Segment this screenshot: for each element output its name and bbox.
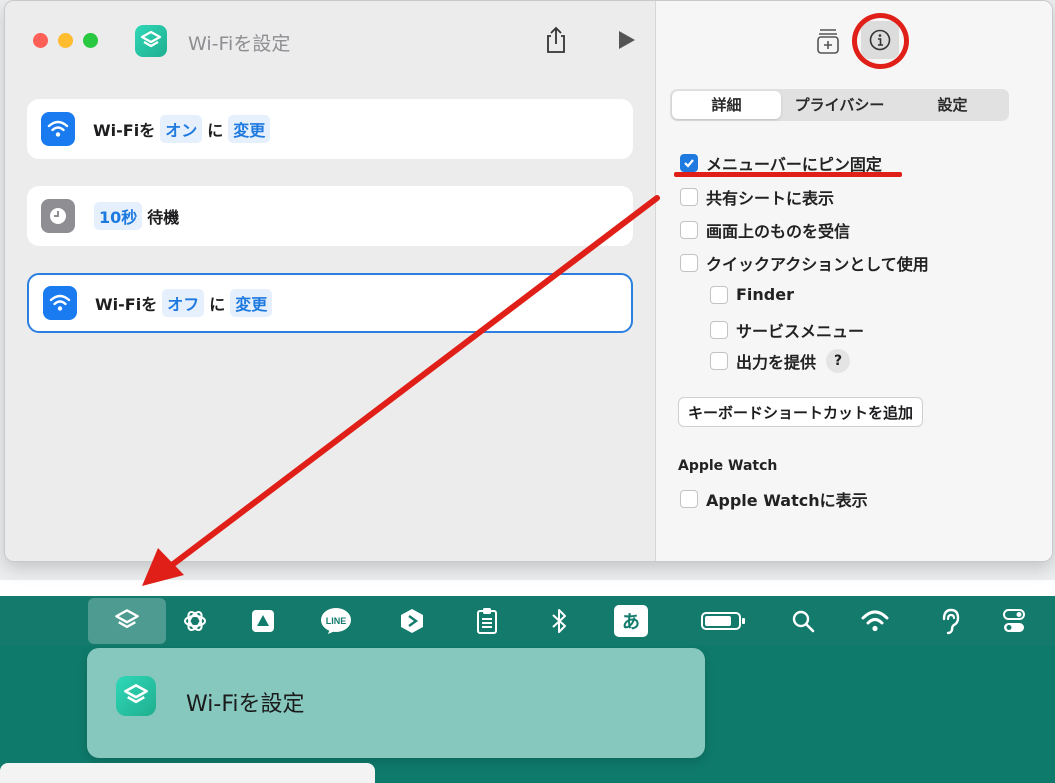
action-wifi-on[interactable]: Wi-Fiを オン に 変更: [27, 99, 633, 159]
tab-settings[interactable]: 設定: [898, 91, 1007, 119]
annotation-circle: [852, 13, 909, 69]
pin-menubar-checkbox[interactable]: [680, 154, 698, 172]
option-label: Finder: [736, 285, 794, 304]
operation-token[interactable]: 変更: [230, 289, 273, 317]
chatgpt-icon[interactable]: [178, 604, 212, 638]
vpn-shield-icon[interactable]: [395, 604, 429, 638]
option-label: サービスメニュー: [736, 322, 865, 341]
inspector-tabs: 詳細 プライバシー 設定: [670, 89, 1009, 121]
wifi-state-token[interactable]: オン: [160, 115, 203, 143]
option-label: 出力を提供: [736, 353, 817, 372]
receive-screen-checkbox[interactable]: [680, 221, 698, 239]
services-menu-checkbox[interactable]: [710, 321, 728, 339]
shortcuts-window: Wi-Fiを設定 Wi-Fiを オン に 変更 10秒 待機 Wi-Fiを オフ…: [4, 0, 1053, 562]
option-label: 画面上のものを受信: [706, 222, 851, 241]
line-icon[interactable]: LINE: [318, 604, 354, 638]
action-wifi-off[interactable]: Wi-Fiを オフ に 変更: [27, 273, 633, 333]
action-text: Wi-Fiを: [93, 121, 156, 140]
share-sheet-checkbox[interactable]: [680, 188, 698, 206]
window-title: Wi-Fiを設定: [188, 33, 291, 55]
option-services-menu[interactable]: サービスメニュー: [710, 318, 864, 342]
clipboard-icon[interactable]: [470, 604, 504, 638]
minimize-window-button[interactable]: [58, 33, 73, 48]
clock-icon: [41, 199, 75, 233]
tab-details[interactable]: 詳細: [672, 91, 781, 119]
provide-output-checkbox[interactable]: [710, 352, 728, 370]
shortcuts-menubar-icon[interactable]: [110, 604, 144, 638]
operation-token[interactable]: 変更: [228, 115, 271, 143]
wifi-state-token[interactable]: オフ: [162, 289, 205, 317]
action-text: 待機: [147, 208, 180, 227]
line-label: LINE: [326, 616, 347, 626]
option-apple-watch[interactable]: Apple Watchに表示: [680, 487, 868, 511]
annotation-underline: [674, 172, 902, 177]
option-label: Apple Watchに表示: [706, 491, 868, 510]
quick-action-checkbox[interactable]: [680, 254, 698, 272]
option-label: 共有シートに表示: [706, 189, 835, 208]
apple-watch-checkbox[interactable]: [680, 490, 698, 508]
zoom-window-button[interactable]: [83, 33, 98, 48]
action-text: に: [207, 121, 224, 140]
apple-watch-heading: Apple Watch: [678, 458, 778, 474]
wifi-icon: [43, 286, 77, 320]
google-drive-icon[interactable]: [246, 604, 280, 638]
action-text: に: [209, 295, 226, 314]
search-icon[interactable]: [788, 604, 818, 638]
option-receive-screen[interactable]: 画面上のものを受信: [680, 218, 850, 242]
option-share-sheet[interactable]: 共有シートに表示: [680, 185, 834, 209]
tab-privacy[interactable]: プライバシー: [785, 91, 894, 119]
shortcut-app-icon: [116, 676, 156, 716]
editor-pane: Wi-Fiを設定 Wi-Fiを オン に 変更 10秒 待機 Wi-Fiを オフ…: [5, 1, 655, 561]
background-card: [0, 763, 375, 783]
input-method-icon[interactable]: あ: [614, 605, 648, 637]
wifi-icon: [41, 112, 75, 146]
help-button[interactable]: ?: [826, 349, 851, 373]
finder-checkbox[interactable]: [710, 285, 728, 304]
close-window-button[interactable]: [33, 33, 48, 48]
control-center-icon[interactable]: [1000, 604, 1028, 638]
library-icon[interactable]: [814, 25, 842, 55]
action-wait[interactable]: 10秒 待機: [27, 186, 633, 246]
dropdown-shortcut-item[interactable]: Wi-Fiを設定: [186, 686, 305, 718]
share-icon[interactable]: [543, 25, 569, 55]
shortcuts-app-icon: [135, 25, 167, 57]
option-quick-action[interactable]: クイックアクションとして使用: [680, 251, 929, 275]
option-finder[interactable]: Finder: [710, 285, 794, 304]
hearing-icon[interactable]: [935, 604, 965, 638]
inspector-pane: 詳細 プライバシー 設定 メニューバーにピン固定 共有シートに表示 画面上のもの…: [655, 1, 1052, 561]
run-play-icon[interactable]: [615, 29, 637, 51]
battery-icon[interactable]: [698, 604, 750, 638]
add-keyboard-shortcut-button[interactable]: キーボードショートカットを追加: [678, 397, 924, 427]
action-text: Wi-Fiを: [95, 295, 158, 314]
option-label: クイックアクションとして使用: [706, 255, 929, 274]
shortcuts-menu-dropdown: Wi-Fiを設定: [87, 648, 705, 758]
option-provide-output[interactable]: 出力を提供 ?: [710, 349, 851, 373]
duration-token[interactable]: 10秒: [94, 202, 143, 230]
bluetooth-icon[interactable]: [544, 604, 574, 638]
wifi-menubar-icon[interactable]: [858, 604, 892, 638]
